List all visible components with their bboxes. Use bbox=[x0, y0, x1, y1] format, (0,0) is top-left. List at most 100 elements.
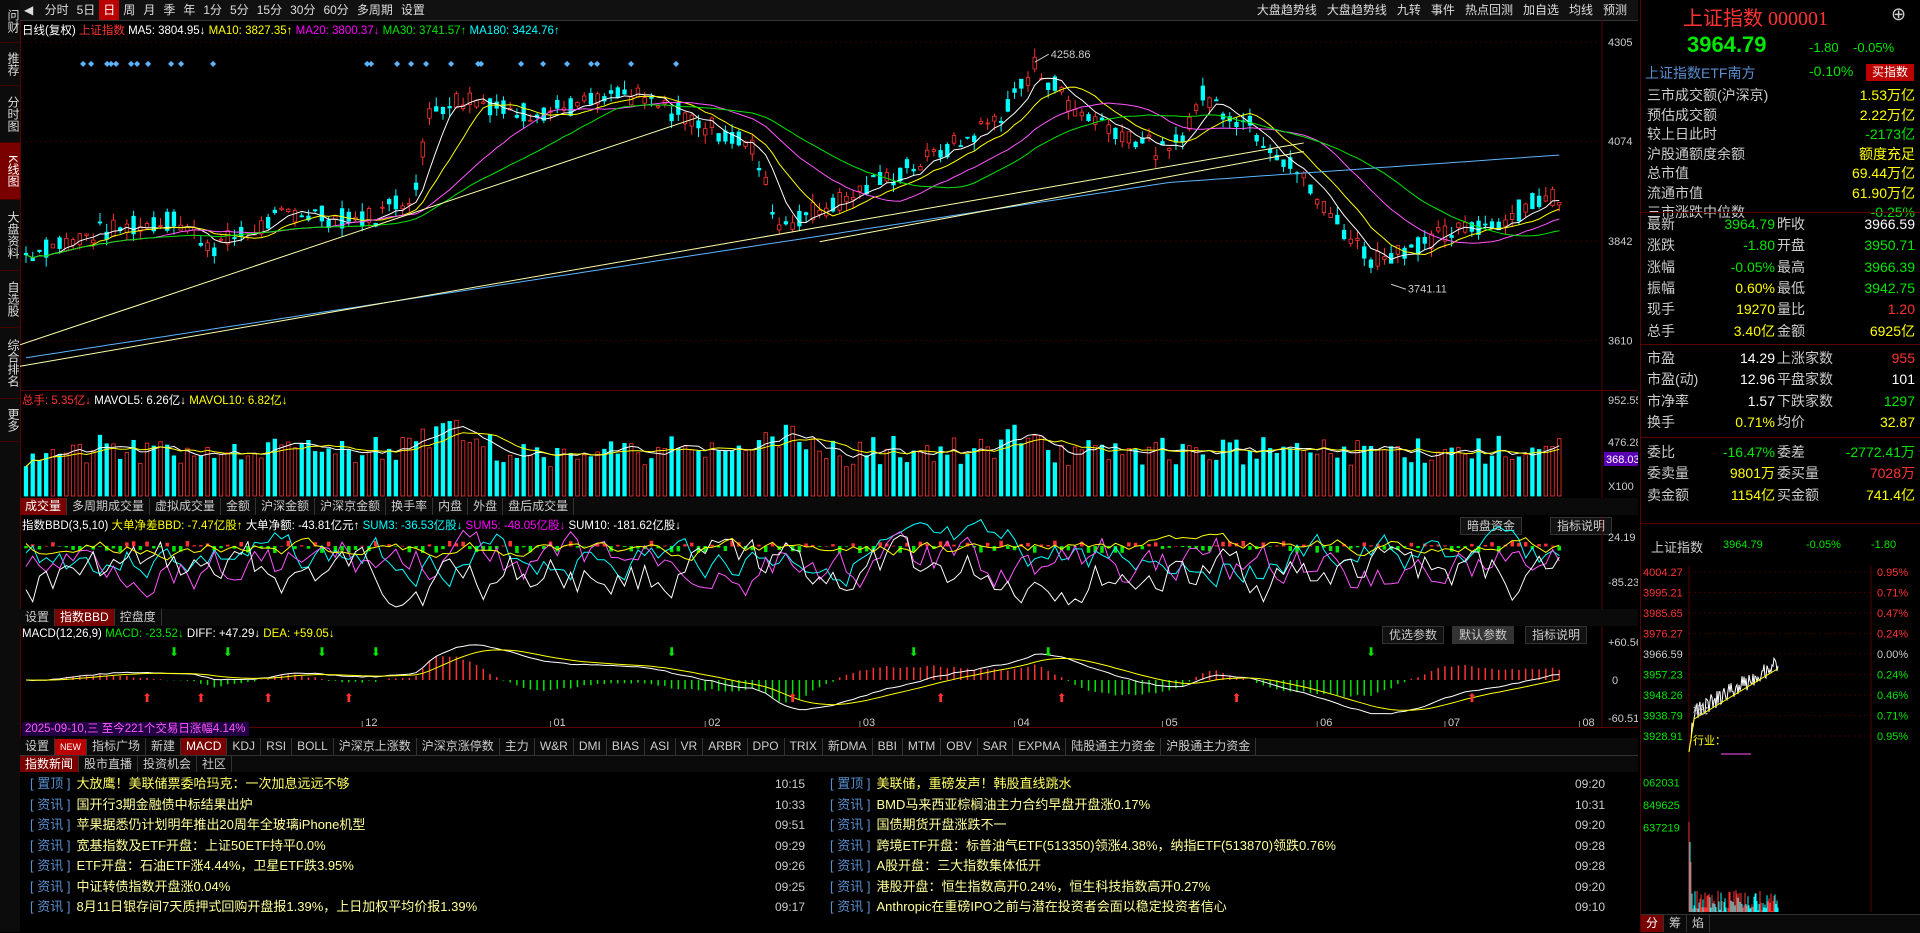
vol_tabs-tab-4[interactable]: 沪深金额 bbox=[256, 498, 316, 515]
news-title[interactable]: 国开行3期金融债中标结果出炉 bbox=[76, 797, 252, 812]
news-item[interactable]: [ 资讯 ] BMD马来西亚棕榈油主力合约早盘开盘涨0.17% bbox=[830, 795, 1150, 815]
news_tabs-tab-2[interactable]: 投资机会 bbox=[138, 756, 198, 773]
news-title[interactable]: 宽基指数及ETF开盘：上证50ETF持平0.0% bbox=[76, 838, 325, 853]
etf-name[interactable]: 上证指数ETF南方 bbox=[1645, 63, 1755, 83]
news-item[interactable]: [ 资讯 ] A股开盘：三大指数集体低开 bbox=[830, 856, 1041, 876]
sidebar-item-1[interactable]: 推荐 bbox=[0, 43, 20, 86]
indicator_tabs-tab-18[interactable]: TRIX bbox=[785, 738, 823, 755]
news-title[interactable]: 跨境ETF开盘：标普油气ETF(513350)领涨4.38%，纳指ETF(513… bbox=[876, 838, 1335, 853]
vol_tabs-tab-0[interactable]: 成交量 bbox=[20, 498, 68, 515]
period-4[interactable]: 月 bbox=[139, 0, 159, 20]
indicator_tabs-tab-16[interactable]: ARBR bbox=[703, 738, 748, 755]
period-1[interactable]: 5日 bbox=[73, 0, 100, 20]
news-item[interactable]: [ 资讯 ] 中证转债指数开盘涨0.04% bbox=[30, 877, 230, 897]
bbd_tabs-tab-0[interactable]: 设置 bbox=[20, 609, 56, 626]
indicator_tabs-tab-1[interactable]: NEW bbox=[55, 739, 88, 756]
toolbar-btn-7[interactable]: 预测 bbox=[1598, 0, 1632, 20]
indicator_tabs-tab-3[interactable]: 新建 bbox=[146, 738, 182, 755]
bbd-chart[interactable]: 24.19 -85.23 bbox=[20, 516, 1638, 609]
vol_tabs-tab-2[interactable]: 虚拟成交量 bbox=[150, 498, 222, 515]
mini_chart.tabs-tab-0[interactable]: 分 bbox=[1641, 915, 1665, 932]
period-0[interactable]: 分时 bbox=[41, 0, 73, 20]
indicator_tabs-tab-6[interactable]: RSI bbox=[261, 738, 293, 755]
period-2[interactable]: 日 bbox=[99, 0, 120, 20]
news-item[interactable]: [ 资讯 ] 宽基指数及ETF开盘：上证50ETF持平0.0% bbox=[30, 836, 326, 856]
period-3[interactable]: 周 bbox=[119, 0, 139, 20]
indicator_tabs-tab-15[interactable]: VR bbox=[676, 738, 704, 755]
sidebar-item-0[interactable]: 问财 bbox=[0, 0, 20, 43]
mini-intraday-chart[interactable]: 4004.27 3995.21 3985.65 3976.27 3966.59 3957.… bbox=[1641, 566, 1920, 912]
buy-index-button[interactable]: 买指数 bbox=[1866, 64, 1915, 81]
sidebar-item-4[interactable]: 大盘资料 bbox=[0, 200, 20, 271]
news_tabs-tab-3[interactable]: 社区 bbox=[197, 756, 233, 773]
kline-chart[interactable]: ◆ ◆ ◆◆◆ ◆◆ ◆◆◆ ◆ ◆ ◆◆◆ ◆◆ ◆◆◆ ◆ ◆ ◆◆ ◆◆4258.863741.11… bbox=[20, 20, 1638, 390]
indicator_tabs-tab-25[interactable]: 陆股通主力资金 bbox=[1066, 738, 1162, 755]
news-title[interactable]: ETF开盘：石油ETF涨4.44%，卫星ETF跌3.95% bbox=[76, 858, 353, 873]
news-item[interactable]: [ 资讯 ] 苹果据悉仍计划明年推出20周年全玻璃iPhone机型 bbox=[30, 815, 365, 835]
prev-arrow-icon[interactable]: ◀ bbox=[20, 0, 37, 20]
news-title[interactable]: 美联储，重磅发声！韩股直线跳水 bbox=[876, 776, 1071, 791]
vol_tabs-tab-3[interactable]: 金额 bbox=[221, 498, 257, 515]
vol_tabs-tab-9[interactable]: 盘后成交量 bbox=[503, 498, 575, 515]
mini_chart.tabs-tab-2[interactable]: 焰 bbox=[1687, 915, 1711, 932]
news_tabs-tab-1[interactable]: 股市直播 bbox=[79, 756, 139, 773]
news-title[interactable]: 大放鹰！美联储票委哈玛克：一次加息远远不够 bbox=[76, 776, 349, 791]
indicator_tabs-tab-8[interactable]: 沪深京上涨数 bbox=[334, 738, 417, 755]
news-title[interactable]: Anthropic在重磅IPO之前与潜在投资者会面以稳定投资者信心 bbox=[876, 899, 1226, 914]
period-7[interactable]: 1分 bbox=[199, 0, 226, 20]
period-8[interactable]: 5分 bbox=[226, 0, 253, 20]
volume-panel[interactable]: 总手: 5.35亿↓ MAVOL5: 6.26亿↓ MAVOL10: 6.82亿… bbox=[20, 390, 1638, 499]
indicator_tabs-tab-7[interactable]: BOLL bbox=[292, 738, 334, 755]
indicator_tabs-tab-21[interactable]: MTM bbox=[903, 738, 942, 755]
sidebar-item-3[interactable]: K线图 bbox=[0, 143, 20, 200]
toolbar-btn-6[interactable]: 均线 bbox=[1564, 0, 1598, 20]
indicator_tabs-tab-19[interactable]: 新DMA bbox=[823, 738, 873, 755]
toolbar-btn-0[interactable]: 大盘趋势线 bbox=[1252, 0, 1322, 20]
indicator_tabs-tab-13[interactable]: BIAS bbox=[607, 738, 646, 755]
bbd_tabs-tab-1[interactable]: 指数BBD bbox=[55, 609, 115, 626]
vol_tabs-tab-5[interactable]: 沪深京金额 bbox=[315, 498, 387, 515]
indicator_tabs-tab-0[interactable]: 设置 bbox=[20, 738, 56, 755]
period-10[interactable]: 30分 bbox=[286, 0, 319, 20]
news-item[interactable]: [ 资讯 ] 国开行3期金融债中标结果出炉 bbox=[30, 795, 253, 815]
news-title[interactable]: 国债期货开盘涨跌不一 bbox=[876, 817, 1006, 832]
vol_tabs-tab-6[interactable]: 换手率 bbox=[386, 498, 434, 515]
news-title[interactable]: 8月11日银存间7天质押式回购开盘报1.39%，上日加权平均价报1.39% bbox=[76, 899, 477, 914]
sidebar-item-7[interactable]: 更多 bbox=[0, 399, 20, 442]
period-6[interactable]: 年 bbox=[179, 0, 199, 20]
indicator_tabs-tab-2[interactable]: 指标广场 bbox=[87, 738, 147, 755]
bbd_tabs-tab-2[interactable]: 控盘度 bbox=[115, 609, 162, 626]
news-title[interactable]: 中证转债指数开盘涨0.04% bbox=[76, 879, 230, 894]
indicator_tabs-tab-23[interactable]: SAR bbox=[978, 738, 1014, 755]
indicator_tabs-tab-5[interactable]: KDJ bbox=[227, 738, 262, 755]
vol_tabs-tab-8[interactable]: 外盘 bbox=[468, 498, 504, 515]
news-item[interactable]: [ 资讯 ] Anthropic在重磅IPO之前与潜在投资者会面以稳定投资者信心 bbox=[830, 897, 1227, 917]
toolbar-btn-5[interactable]: 加自选 bbox=[1518, 0, 1564, 20]
macd-chart[interactable]: ⬆ ⬇ ⬆ ⬇ ⬆ ⬇ ⬆ ⬇ ⬇ ⬆ ⬇ ⬆ ⬇ ⬆ ⬆ ⬇ ⬆ +60.56 0 -60.51 12 01 02 03 04… bbox=[20, 626, 1638, 727]
period-13[interactable]: 设置 bbox=[397, 0, 429, 20]
indicator_tabs-tab-10[interactable]: 主力 bbox=[500, 738, 535, 755]
period-5[interactable]: 季 bbox=[159, 0, 179, 20]
period-9[interactable]: 15分 bbox=[253, 0, 286, 20]
sidebar-item-2[interactable]: 分时图 bbox=[0, 86, 20, 143]
toolbar-btn-1[interactable]: 大盘趋势线 bbox=[1322, 0, 1392, 20]
bbd-panel[interactable]: 指数BBD(3,5,10) 大单净差BBD: -7.47亿股↑ 大单净额: -4… bbox=[20, 516, 1638, 610]
news-title[interactable]: A股开盘：三大指数集体低开 bbox=[876, 858, 1041, 873]
news-title[interactable]: 苹果据悉仍计划明年推出20周年全玻璃iPhone机型 bbox=[76, 817, 365, 832]
vol_tabs-tab-7[interactable]: 内盘 bbox=[433, 498, 469, 515]
mini_chart.tabs-tab-1[interactable]: 筹 bbox=[1664, 915, 1688, 932]
close-icon[interactable]: ⊕ bbox=[1891, 4, 1906, 25]
toolbar-btn-4[interactable]: 热点回测 bbox=[1460, 0, 1518, 20]
indicator_tabs-tab-17[interactable]: DPO bbox=[748, 738, 785, 755]
toolbar-btn-2[interactable]: 九转 bbox=[1392, 0, 1426, 20]
indicator_tabs-tab-11[interactable]: W&R bbox=[535, 738, 574, 755]
indicator_tabs-tab-4[interactable]: MACD bbox=[181, 738, 228, 755]
sidebar-item-6[interactable]: 综合排名 bbox=[0, 328, 20, 399]
indicator_tabs-tab-9[interactable]: 沪深京涨停数 bbox=[417, 738, 500, 755]
news-item[interactable]: [ 资讯 ] 港股开盘：恒生指数高开0.24%，恒生科技指数高开0.27% bbox=[830, 877, 1210, 897]
vol_tabs-tab-1[interactable]: 多周期成交量 bbox=[67, 498, 151, 515]
news-item[interactable]: [ 资讯 ] 8月11日银存间7天质押式回购开盘报1.39%，上日加权平均价报1.… bbox=[30, 897, 477, 917]
news-item[interactable]: [ 置顶 ] 美联储，重磅发声！韩股直线跳水 bbox=[830, 774, 1071, 794]
indicator_tabs-tab-14[interactable]: ASI bbox=[645, 738, 676, 755]
news-title[interactable]: BMD马来西亚棕榈油主力合约早盘开盘涨0.17% bbox=[876, 797, 1150, 812]
